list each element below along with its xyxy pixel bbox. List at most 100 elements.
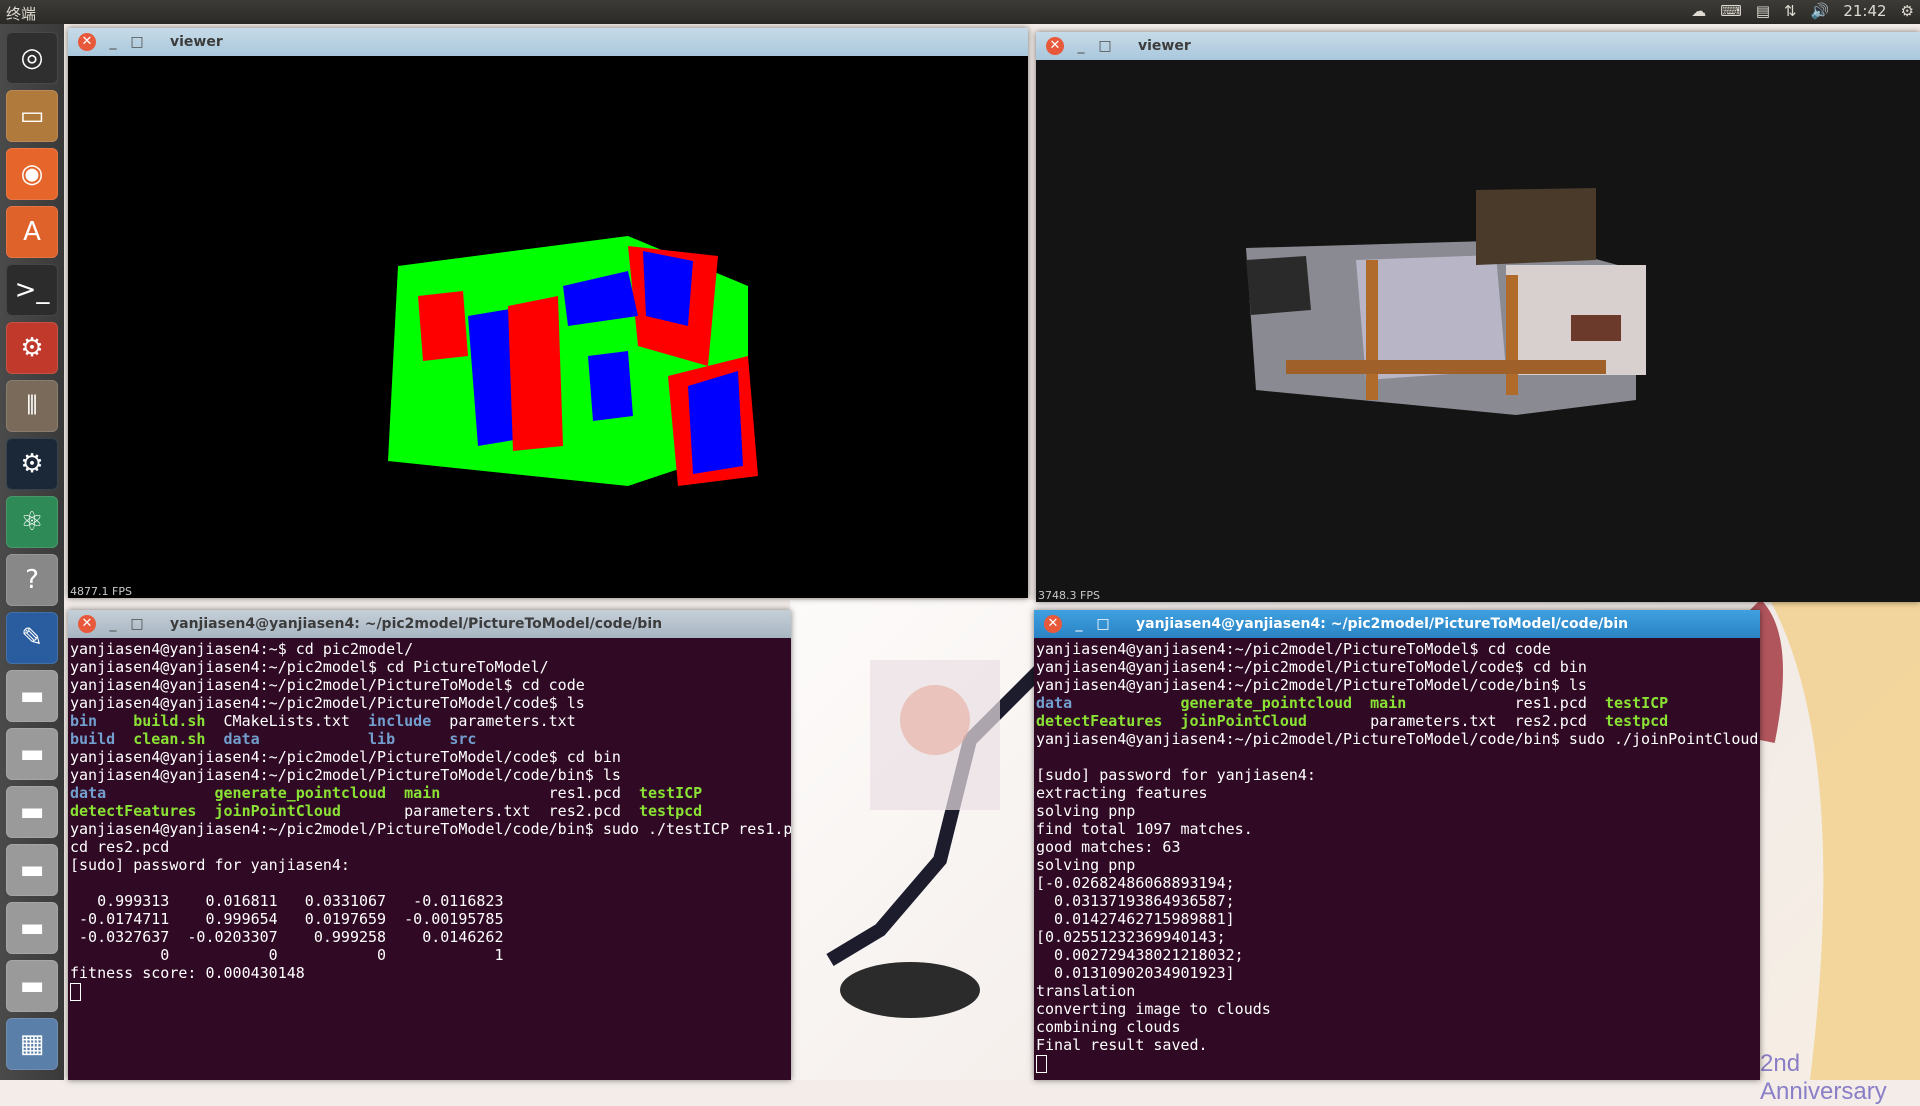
terminal-text: CMakeLists.txt <box>205 712 369 730</box>
drive-icon[interactable]: ▬ <box>6 960 58 1012</box>
terminal-text: converting image to clouds <box>1036 1000 1271 1018</box>
terminal-text: detectFeatures <box>1036 712 1163 730</box>
editor-icon[interactable]: ✎ <box>6 612 58 664</box>
terminal-line: build clean.sh data lib src <box>70 730 789 748</box>
terminal-line: data generate_pointcloud main res1.pcd t… <box>70 784 789 802</box>
terminal-icon[interactable]: >_ <box>6 264 58 316</box>
terminal-text: build <box>70 730 116 748</box>
firefox-icon[interactable]: ◉ <box>6 148 58 200</box>
viewer-window-right[interactable]: ✕ _ □ viewer 3748.3 FPS <box>1036 32 1920 602</box>
clock[interactable]: 21:42 <box>1843 2 1886 20</box>
terminal-line: Final result saved. <box>1036 1036 1758 1054</box>
terminal-text: parameters.txt res2.pcd <box>340 802 639 820</box>
terminal-text: main <box>404 784 441 802</box>
viewer-window-left[interactable]: ✕ _ □ viewer 4877.1 FPS <box>68 28 1028 598</box>
terminal-window-right[interactable]: ✕ _ □ yanjiasen4@yanjiasen4: ~/pic2model… <box>1034 610 1760 1080</box>
terminal-text: yanjiasen4@yanjiasen4:~/pic2model/Pictur… <box>70 676 585 694</box>
fps-counter: 4877.1 FPS <box>70 585 132 598</box>
drive-icon[interactable]: ▬ <box>6 670 58 722</box>
terminal-text: data <box>1036 694 1073 712</box>
maximize-icon[interactable]: □ <box>1098 38 1112 54</box>
terminal-text: 0.01310902034901923] <box>1036 964 1235 982</box>
drive-icon[interactable]: ▬ <box>6 728 58 780</box>
steam-icon[interactable]: ⚙ <box>6 438 58 490</box>
terminal-text: testpcd <box>638 802 703 820</box>
dropbox-icon[interactable]: ☁ <box>1691 2 1706 20</box>
window-titlebar[interactable]: ✕ _ □ yanjiasen4@yanjiasen4: ~/pic2model… <box>1034 610 1760 638</box>
drive-icon[interactable]: ▬ <box>6 786 58 838</box>
drive-icon[interactable]: ▬ <box>6 902 58 954</box>
terminal-line: yanjiasen4@yanjiasen4:~$ cd pic2model/ <box>70 640 789 658</box>
minimize-icon[interactable]: _ <box>1074 38 1088 54</box>
terminal-text: -0.0174711 0.999654 0.0197659 -0.0019578… <box>70 910 504 928</box>
keyboard-icon[interactable]: ⌨ <box>1720 2 1742 20</box>
terminal-text: yanjiasen4@yanjiasen4:~/pic2model/Pictur… <box>70 820 791 838</box>
terminal-text: [sudo] password for yanjiasen4: <box>70 856 350 874</box>
terminal-output[interactable]: yanjiasen4@yanjiasen4:~/pic2model/Pictur… <box>1034 638 1760 1080</box>
window-titlebar[interactable]: ✕ _ □ viewer <box>68 28 1028 56</box>
terminal-text: testICP <box>638 784 703 802</box>
terminal-text: yanjiasen4@yanjiasen4:~/pic2model/Pictur… <box>1036 658 1587 676</box>
system-settings-icon[interactable]: ⚙ <box>6 322 58 374</box>
network-icon[interactable]: ⇅ <box>1784 2 1797 20</box>
point-cloud-canvas[interactable] <box>68 56 1028 598</box>
terminal-line: good matches: 63 <box>1036 838 1758 856</box>
software-center-icon[interactable]: A <box>6 206 58 258</box>
terminal-prompt-line[interactable] <box>70 982 789 1001</box>
maximize-icon[interactable]: □ <box>1096 616 1110 632</box>
terminal-line: translation <box>1036 982 1758 1000</box>
minimize-icon[interactable]: _ <box>1072 616 1086 632</box>
window-titlebar[interactable]: ✕ _ □ viewer <box>1036 32 1920 60</box>
window-title: viewer <box>1138 38 1191 54</box>
terminal-text: cd res2.pcd <box>70 838 170 856</box>
minimize-icon[interactable]: _ <box>106 616 120 632</box>
terminal-text: yanjiasen4@yanjiasen4:~/pic2model/Pictur… <box>70 748 621 766</box>
mixer-icon[interactable]: ⫴ <box>6 380 58 432</box>
terminal-line: [-0.02682486068893194; <box>1036 874 1758 892</box>
files-icon[interactable]: ▭ <box>6 90 58 142</box>
terminal-text: fitness score: 0.000430148 <box>70 964 305 982</box>
terminal-text: yanjiasen4@yanjiasen4:~$ cd pic2model/ <box>70 640 414 658</box>
terminal-prompt-line[interactable] <box>1036 1054 1758 1073</box>
window-title: yanjiasen4@yanjiasen4: ~/pic2model/Pictu… <box>170 616 663 632</box>
maximize-icon[interactable]: □ <box>130 616 144 632</box>
terminal-text: testICP <box>1604 694 1669 712</box>
terminal-line: detectFeatures joinPointCloud parameters… <box>70 802 789 820</box>
terminal-text: extracting features <box>1036 784 1208 802</box>
active-app-title: 终端 <box>6 5 37 23</box>
calendar-icon[interactable]: ▤ <box>1756 2 1770 20</box>
terminal-window-left[interactable]: ✕ _ □ yanjiasen4@yanjiasen4: ~/pic2model… <box>68 610 791 1080</box>
terminal-line: -0.0327637 -0.0203307 0.999258 0.0146262 <box>70 928 789 946</box>
ubuntu-dash-icon[interactable]: ◎ <box>6 32 58 84</box>
terminal-text: res1.pcd <box>1406 694 1605 712</box>
close-icon[interactable]: ✕ <box>78 33 96 51</box>
terminal-text: Final result saved. <box>1036 1036 1208 1054</box>
terminal-text: -0.0327637 -0.0203307 0.999258 0.0146262 <box>70 928 504 946</box>
close-icon[interactable]: ✕ <box>1044 615 1062 633</box>
help-icon[interactable]: ? <box>6 554 58 606</box>
atom-icon[interactable]: ⚛ <box>6 496 58 548</box>
workspace-icon[interactable]: ▦ <box>6 1018 58 1070</box>
terminal-line: detectFeatures joinPointCloud parameters… <box>1036 712 1758 730</box>
terminal-line: [sudo] password for yanjiasen4: <box>1036 766 1758 784</box>
close-icon[interactable]: ✕ <box>78 615 96 633</box>
terminal-line: find total 1097 matches. <box>1036 820 1758 838</box>
volume-icon[interactable]: 🔊 <box>1811 2 1830 20</box>
minimize-icon[interactable]: _ <box>106 34 120 50</box>
terminal-text: yanjiasen4@yanjiasen4:~/pic2model/Pictur… <box>1036 640 1551 658</box>
settings-icon[interactable]: ⚙ <box>1901 2 1914 20</box>
drive-icon[interactable]: ▬ <box>6 844 58 896</box>
maximize-icon[interactable]: □ <box>130 34 144 50</box>
terminal-line: yanjiasen4@yanjiasen4:~/pic2model/Pictur… <box>70 820 791 838</box>
terminal-line: [sudo] password for yanjiasen4: <box>70 856 789 874</box>
terminal-text: parameters.txt <box>431 712 576 730</box>
close-icon[interactable]: ✕ <box>1046 37 1064 55</box>
terminal-output[interactable]: yanjiasen4@yanjiasen4:~$ cd pic2model/ya… <box>68 638 791 1080</box>
window-titlebar[interactable]: ✕ _ □ yanjiasen4@yanjiasen4: ~/pic2model… <box>68 610 791 638</box>
color-point-cloud-canvas[interactable] <box>1036 60 1920 602</box>
